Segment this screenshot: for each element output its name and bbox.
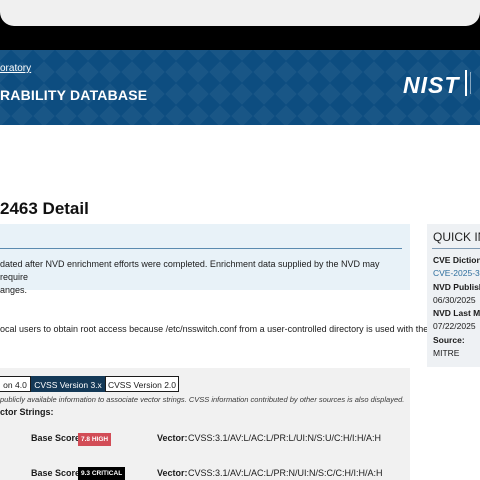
notice-box: dated after NVD enrichment efforts were … bbox=[0, 224, 410, 295]
notice-text: dated after NVD enrichment efforts were … bbox=[0, 258, 400, 297]
quick-info-divider bbox=[432, 248, 480, 249]
site-header: oratory RABILITY DATABASE NIST bbox=[0, 50, 480, 125]
quick-info-heading: QUICK IN bbox=[433, 230, 480, 244]
tab-cvss-2[interactable]: CVSS Version 2.0 bbox=[105, 376, 179, 392]
cve-dictionary-link[interactable]: CVE-2025-32 bbox=[433, 268, 480, 278]
base-score-badge[interactable]: 7.8 HIGH bbox=[78, 433, 112, 446]
database-title: RABILITY DATABASE bbox=[0, 87, 148, 103]
browser-strip bbox=[0, 0, 480, 26]
logo-subtext bbox=[470, 72, 480, 94]
notice-divider bbox=[0, 248, 402, 249]
vector-label: Vector: bbox=[157, 468, 188, 478]
tab-cvss-4[interactable]: on 4.0 bbox=[0, 376, 31, 392]
vector-label: Vector: bbox=[157, 433, 188, 443]
vector-strings-label: ctor Strings: bbox=[0, 407, 54, 417]
nist-logo[interactable]: NIST bbox=[403, 72, 459, 99]
cve-description: ocal users to obtain root access because… bbox=[0, 324, 437, 334]
base-score-badge[interactable]: 9.3 CRITICAL bbox=[78, 467, 126, 480]
last-modified-date: 07/22/2025 bbox=[433, 321, 476, 331]
notice-text-line1: dated after NVD enrichment efforts were … bbox=[0, 259, 380, 282]
source-label: Source: bbox=[433, 335, 465, 345]
published-label: NVD Publish bbox=[433, 282, 480, 292]
notice-text-line2: anges. bbox=[0, 285, 28, 295]
source-value: MITRE bbox=[433, 348, 460, 358]
metrics-hint: publicly available information to associ… bbox=[0, 395, 405, 404]
breadcrumb-link[interactable]: oratory bbox=[0, 63, 31, 74]
vector-string: CVSS:3.1/AV:L/AC:L/PR:N/UI:N/S:C/C:H/I:H… bbox=[188, 468, 383, 478]
logo-divider bbox=[465, 70, 467, 96]
base-score-label: Base Score: bbox=[31, 468, 84, 478]
base-score-label: Base Score: bbox=[31, 433, 84, 443]
top-black-bar bbox=[0, 0, 480, 50]
page-title: 2463 Detail bbox=[0, 199, 89, 218]
vector-string: CVSS:3.1/AV:L/AC:L/PR:L/UI:N/S:U/C:H/I:H… bbox=[188, 433, 382, 443]
cve-dictionary-label: CVE Dictiona bbox=[433, 255, 480, 265]
published-date: 06/30/2025 bbox=[433, 295, 476, 305]
last-modified-label: NVD Last Mo bbox=[433, 308, 480, 318]
tab-cvss-3x[interactable]: CVSS Version 3.x bbox=[31, 376, 105, 392]
